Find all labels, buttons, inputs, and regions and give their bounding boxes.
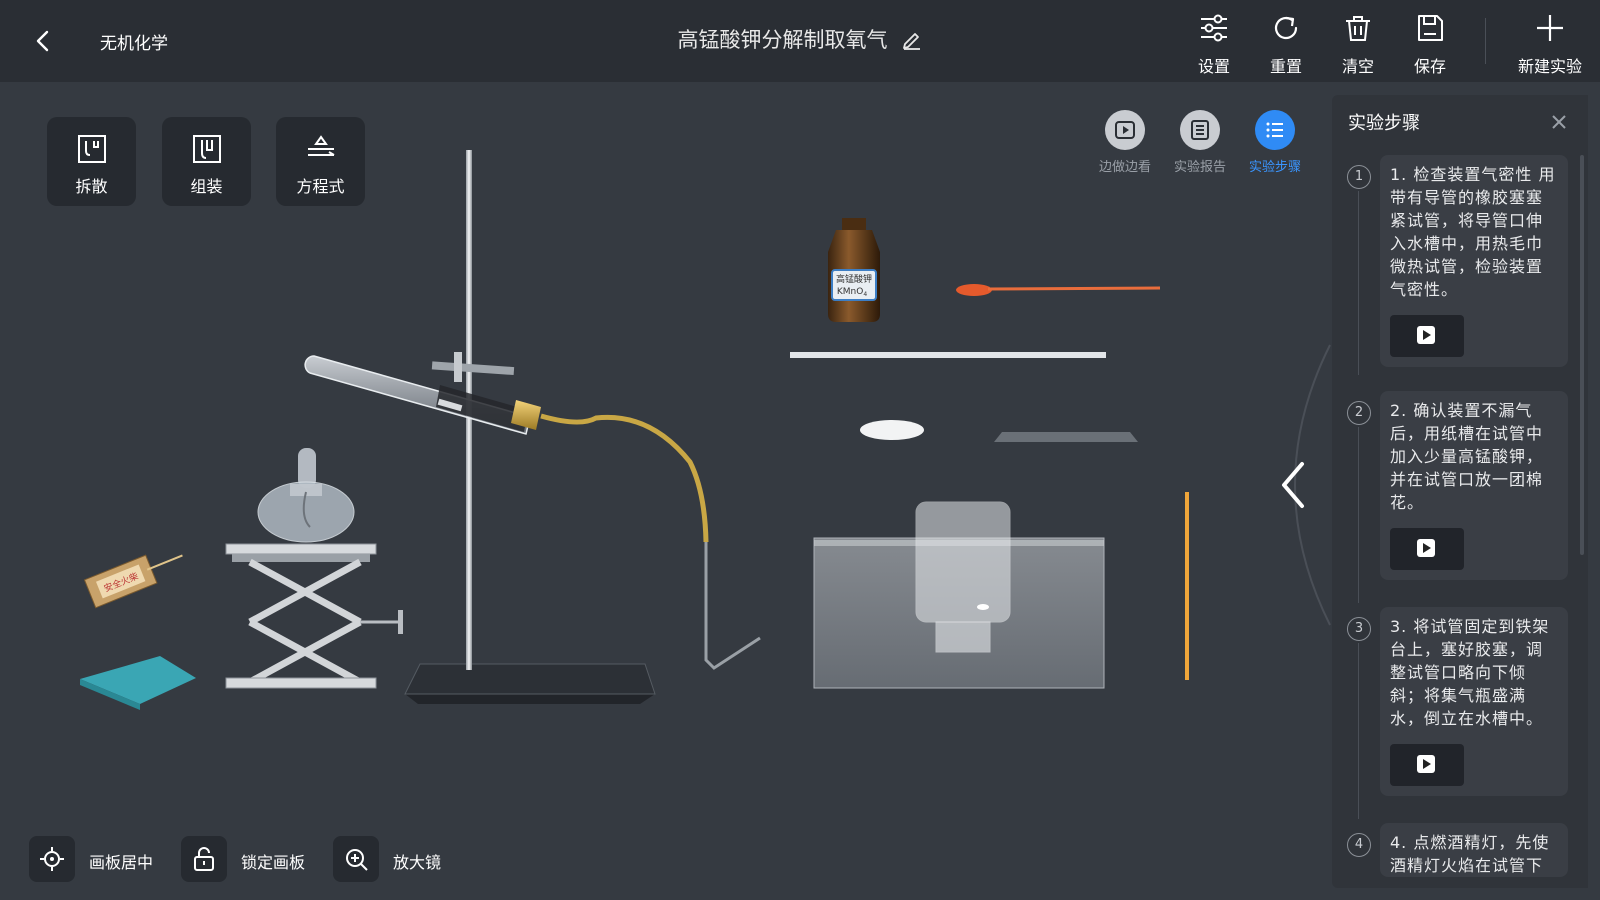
- experiment-steps-label: 实验步骤: [1248, 160, 1301, 175]
- play-icon: [1417, 326, 1435, 344]
- settings-button[interactable]: 设置: [1184, 12, 1244, 76]
- step-number: 2: [1347, 401, 1371, 425]
- matchbox[interactable]: 安全火柴: [83, 542, 188, 609]
- medicine-spoon[interactable]: [956, 284, 1161, 296]
- edit-title-icon[interactable]: [901, 28, 923, 50]
- step-card[interactable]: 1. 检查装置气密性 用带有导管的橡胶塞塞紧试管，将导管口伸入水槽中，用热毛巾微…: [1380, 155, 1568, 367]
- save-label: 保存: [1413, 57, 1446, 76]
- step-video-thumbnail[interactable]: [1390, 528, 1464, 570]
- trash-icon: [1346, 16, 1370, 41]
- magnifier-button[interactable]: 放大镜: [333, 836, 453, 884]
- step-connector: [1358, 191, 1359, 375]
- chevron-left-icon: [1282, 462, 1304, 508]
- step-number: 1: [1347, 165, 1371, 189]
- alcohol-lamp[interactable]: [257, 448, 355, 543]
- experiment-report-button[interactable]: 实验报告: [1163, 110, 1237, 175]
- center-canvas-label: 画板居中: [89, 853, 154, 872]
- reset-button[interactable]: 重置: [1256, 12, 1316, 76]
- magnifier-label: 放大镜: [393, 853, 442, 872]
- assemble-button[interactable]: 组装: [162, 117, 251, 206]
- zoom-in-icon: [333, 836, 379, 882]
- steps-list-icon: [1255, 110, 1295, 150]
- top-bar: 无机化学 高锰酸钾分解制取氧气 设置 重置 清空 保存 新建实验: [0, 0, 1600, 82]
- clear-label: 清空: [1341, 57, 1374, 76]
- step-video-thumbnail[interactable]: [1390, 315, 1464, 357]
- report-icon: [1180, 110, 1220, 150]
- step-connector: [1358, 427, 1359, 603]
- toolbar-divider: [1485, 18, 1486, 64]
- cotton[interactable]: [860, 420, 924, 440]
- settings-sliders-icon: [1201, 14, 1227, 42]
- towel[interactable]: [80, 656, 196, 710]
- category-label: 无机化学: [100, 34, 168, 54]
- reset-icon: [1274, 16, 1298, 40]
- watch-while-doing-label: 边做边看: [1098, 160, 1151, 175]
- step-connector: [1358, 643, 1359, 819]
- disassemble-icon: [77, 135, 106, 163]
- settings-label: 设置: [1197, 57, 1230, 76]
- glass-plate[interactable]: [994, 432, 1138, 442]
- back-arrow-icon[interactable]: [28, 26, 58, 56]
- wooden-splint[interactable]: [1185, 492, 1189, 680]
- step-number: 4: [1347, 833, 1371, 857]
- bottle-label-name: 高锰酸钾: [836, 273, 872, 285]
- play-icon: [1417, 539, 1435, 557]
- experiment-steps-button[interactable]: 实验步骤: [1238, 110, 1312, 175]
- new-experiment-label: 新建实验: [1517, 57, 1582, 76]
- lab-jack[interactable]: [225, 543, 403, 689]
- step-number: 3: [1347, 617, 1371, 641]
- lock-canvas-label: 锁定画板: [241, 853, 306, 872]
- test-tube[interactable]: [304, 352, 541, 435]
- equation-label: 方程式: [296, 177, 345, 196]
- center-canvas-button[interactable]: 画板居中: [29, 836, 169, 884]
- target-icon: [29, 836, 75, 882]
- assemble-label: 组装: [190, 177, 223, 196]
- panel-title: 实验步骤: [1348, 113, 1420, 134]
- clear-button[interactable]: 清空: [1328, 12, 1388, 76]
- panel-scrollbar[interactable]: [1580, 155, 1584, 555]
- equation-icon: [307, 135, 335, 156]
- step-video-thumbnail[interactable]: [1390, 744, 1464, 786]
- lock-icon: [181, 836, 227, 882]
- bottle-label-formula: KMnO4: [837, 287, 867, 298]
- step-card[interactable]: 3. 将试管固定到铁架台上，塞好胶塞，调整试管口略向下倾斜；将集气瓶盛满水，倒立…: [1380, 607, 1568, 796]
- play-icon: [1105, 110, 1145, 150]
- equation-button[interactable]: 方程式: [276, 117, 365, 206]
- step-card[interactable]: 2. 确认装置不漏气后，用纸槽在试管中加入少量高锰酸钾，并在试管口放一团棉花。: [1380, 391, 1568, 580]
- disassemble-button[interactable]: 拆散: [47, 117, 136, 206]
- lock-canvas-button[interactable]: 锁定画板: [181, 836, 321, 884]
- formula-subscript: 4: [863, 291, 867, 298]
- experiment-title: 高锰酸钾分解制取氧气: [677, 28, 888, 52]
- step-text: 2. 确认装置不漏气后，用纸槽在试管中加入少量高锰酸钾，并在试管口放一团棉花。: [1390, 401, 1544, 512]
- watch-while-doing-button[interactable]: 边做边看: [1088, 110, 1162, 175]
- step-text: 1. 检查装置气密性 用带有导管的橡胶塞塞紧试管，将导管口伸入水槽中，用热毛巾微…: [1390, 165, 1556, 299]
- step-text: 4. 点燃酒精灯，先使酒精灯火焰在试管下: [1390, 833, 1550, 875]
- disassemble-label: 拆散: [75, 177, 108, 196]
- formula-main: KMnO: [837, 287, 863, 297]
- assemble-icon: [192, 135, 221, 163]
- steps-panel: 实验步骤 1 1. 检查装置气密性 用带有导管的橡胶塞塞紧试管，将导管口伸入水槽…: [1332, 95, 1588, 888]
- step-card[interactable]: 4. 点燃酒精灯，先使酒精灯火焰在试管下: [1380, 823, 1568, 877]
- close-icon[interactable]: [1550, 113, 1568, 131]
- step-text: 3. 将试管固定到铁架台上，塞好胶塞，调整试管口略向下倾斜；将集气瓶盛满水，倒立…: [1390, 617, 1550, 728]
- potassium-permanganate-bottle[interactable]: 高锰酸钾 KMnO4: [828, 218, 880, 322]
- paper-trough[interactable]: [790, 352, 1106, 358]
- new-experiment-button[interactable]: 新建实验: [1510, 12, 1590, 76]
- save-button[interactable]: 保存: [1400, 12, 1460, 76]
- play-icon: [1417, 755, 1435, 773]
- experiment-report-label: 实验报告: [1173, 160, 1226, 175]
- reset-label: 重置: [1269, 57, 1302, 76]
- delivery-tube[interactable]: [540, 413, 761, 670]
- save-icon: [1418, 15, 1443, 41]
- plus-icon: [1537, 15, 1563, 41]
